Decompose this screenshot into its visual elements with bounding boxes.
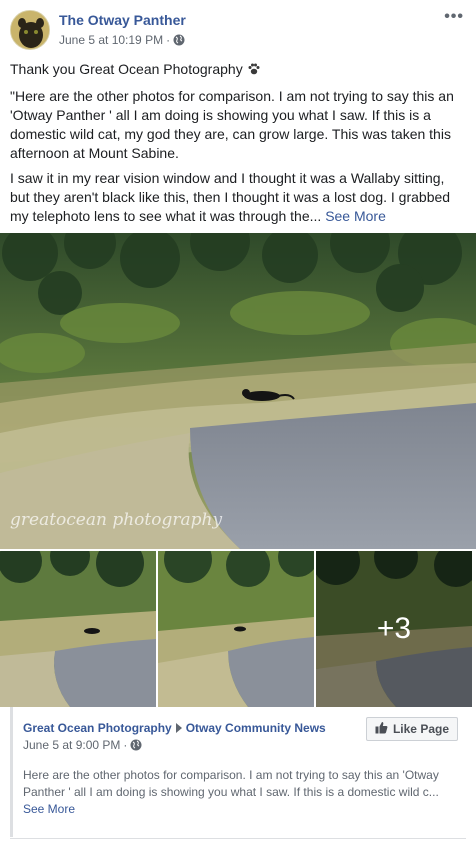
shared-meta-separator: ·	[123, 738, 128, 752]
shared-target-link[interactable]: Otway Community News	[186, 721, 326, 735]
more-options-button[interactable]: •••	[444, 8, 464, 26]
more-photos-overlay[interactable]: +3	[316, 551, 472, 707]
photo-watermark: greatocean photography	[10, 510, 222, 530]
shared-post-card: Great Ocean Photography Otway Community …	[10, 707, 466, 837]
page-name-link[interactable]: The Otway Panther	[59, 12, 186, 28]
post-text: Thank you Great Ocean Photography "Here …	[10, 60, 466, 232]
shared-timestamp[interactable]: June 5 at 9:00 PM	[23, 738, 120, 752]
shared-title: Great Ocean Photography Otway Community …	[23, 721, 326, 735]
thanks-text: Thank you Great Ocean Photography	[10, 61, 243, 77]
shared-text: Here are the other photos for comparison…	[23, 767, 453, 818]
page-avatar[interactable]	[10, 10, 50, 50]
globe-icon[interactable]	[130, 739, 142, 751]
post-paragraph-1: "Here are the other photos for compariso…	[10, 88, 454, 161]
post-line-thanks: Thank you Great Ocean Photography	[10, 60, 466, 81]
post-timestamp[interactable]: June 5 at 10:19 PM	[59, 33, 163, 47]
photo-thumbnail-2[interactable]	[158, 551, 314, 707]
post-header: The Otway Panther June 5 at 10:19 PM · •…	[0, 0, 476, 58]
photo-thumbnail-3[interactable]: +3	[316, 551, 472, 707]
shared-see-more-link[interactable]: See More	[23, 802, 75, 816]
shared-meta: June 5 at 9:00 PM ·	[23, 738, 142, 752]
post-paragraph-2: I saw it in my rear vision window and I …	[10, 169, 466, 226]
paw-icon	[247, 62, 261, 81]
post-meta: June 5 at 10:19 PM ·	[59, 33, 185, 47]
shared-text-body: Here are the other photos for comparison…	[23, 768, 439, 799]
main-photo[interactable]: greatocean photography	[0, 233, 476, 549]
divider	[10, 838, 466, 839]
meta-separator: ·	[166, 33, 171, 47]
like-page-label: Like Page	[392, 722, 449, 736]
see-more-link[interactable]: See More	[325, 208, 386, 224]
photo-thumbnail-1[interactable]	[0, 551, 156, 707]
shared-source-link[interactable]: Great Ocean Photography	[23, 721, 172, 735]
share-arrow-icon	[175, 723, 182, 733]
thumbs-up-icon	[375, 721, 388, 737]
globe-icon[interactable]	[173, 34, 185, 46]
like-page-button[interactable]: Like Page	[365, 717, 458, 741]
